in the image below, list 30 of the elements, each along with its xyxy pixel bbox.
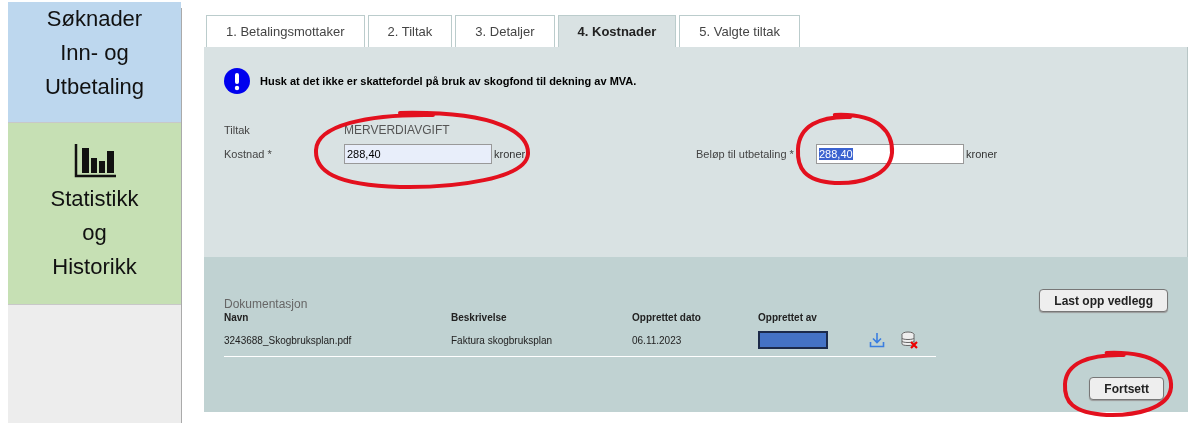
unit-label: kroner xyxy=(966,148,998,160)
upload-button[interactable]: Last opp vedlegg xyxy=(1039,289,1168,312)
amount-field[interactable]: 288,40 xyxy=(816,144,964,164)
field-label: Beløp til utbetaling * xyxy=(696,148,795,160)
notice-text: Husk at det ikke er skattefordel på bruk av skogfond til dekning av MVA. xyxy=(260,75,637,87)
tab[interactable]: 1. Betalingsmottaker xyxy=(206,15,365,47)
tab[interactable]: 3. Detaljer xyxy=(455,15,555,47)
bar-chart-icon xyxy=(73,143,116,178)
tab[interactable]: 2. Tiltak xyxy=(367,15,453,47)
sidebar-item[interactable]: Statistikk og Historikk xyxy=(8,123,181,305)
table-cell: Faktura skogbruksplan xyxy=(451,334,553,346)
table-cell: 06.11.2023 xyxy=(632,334,682,346)
amount-field[interactable]: 288,40 xyxy=(344,144,492,164)
section-title: Dokumentasjon xyxy=(224,297,308,311)
column-header: Opprettet dato xyxy=(632,312,701,323)
unit-label: kroner xyxy=(494,148,526,160)
exclamation-icon xyxy=(224,68,250,94)
delete-database-icon[interactable] xyxy=(900,331,919,349)
column-header: Opprettet av xyxy=(758,312,817,323)
sidebar-item[interactable]: Søknader Inn- og Utbetaling xyxy=(8,2,181,123)
download-icon[interactable] xyxy=(869,332,885,348)
column-header: Navn xyxy=(224,312,249,323)
field-value: MERVERDIAVGIFT xyxy=(344,123,450,137)
table-cell: 3243688_Skogbruksplan.pdf xyxy=(224,334,352,346)
column-header: Beskrivelse xyxy=(451,312,507,323)
tab[interactable]: 5. Valgte tiltak xyxy=(679,15,800,47)
field-label: Tiltak xyxy=(224,124,251,136)
field-label: Kostnad * xyxy=(224,148,273,160)
tab[interactable]: 4. Kostnader xyxy=(557,15,677,47)
continue-button[interactable]: Fortsett xyxy=(1089,377,1164,400)
